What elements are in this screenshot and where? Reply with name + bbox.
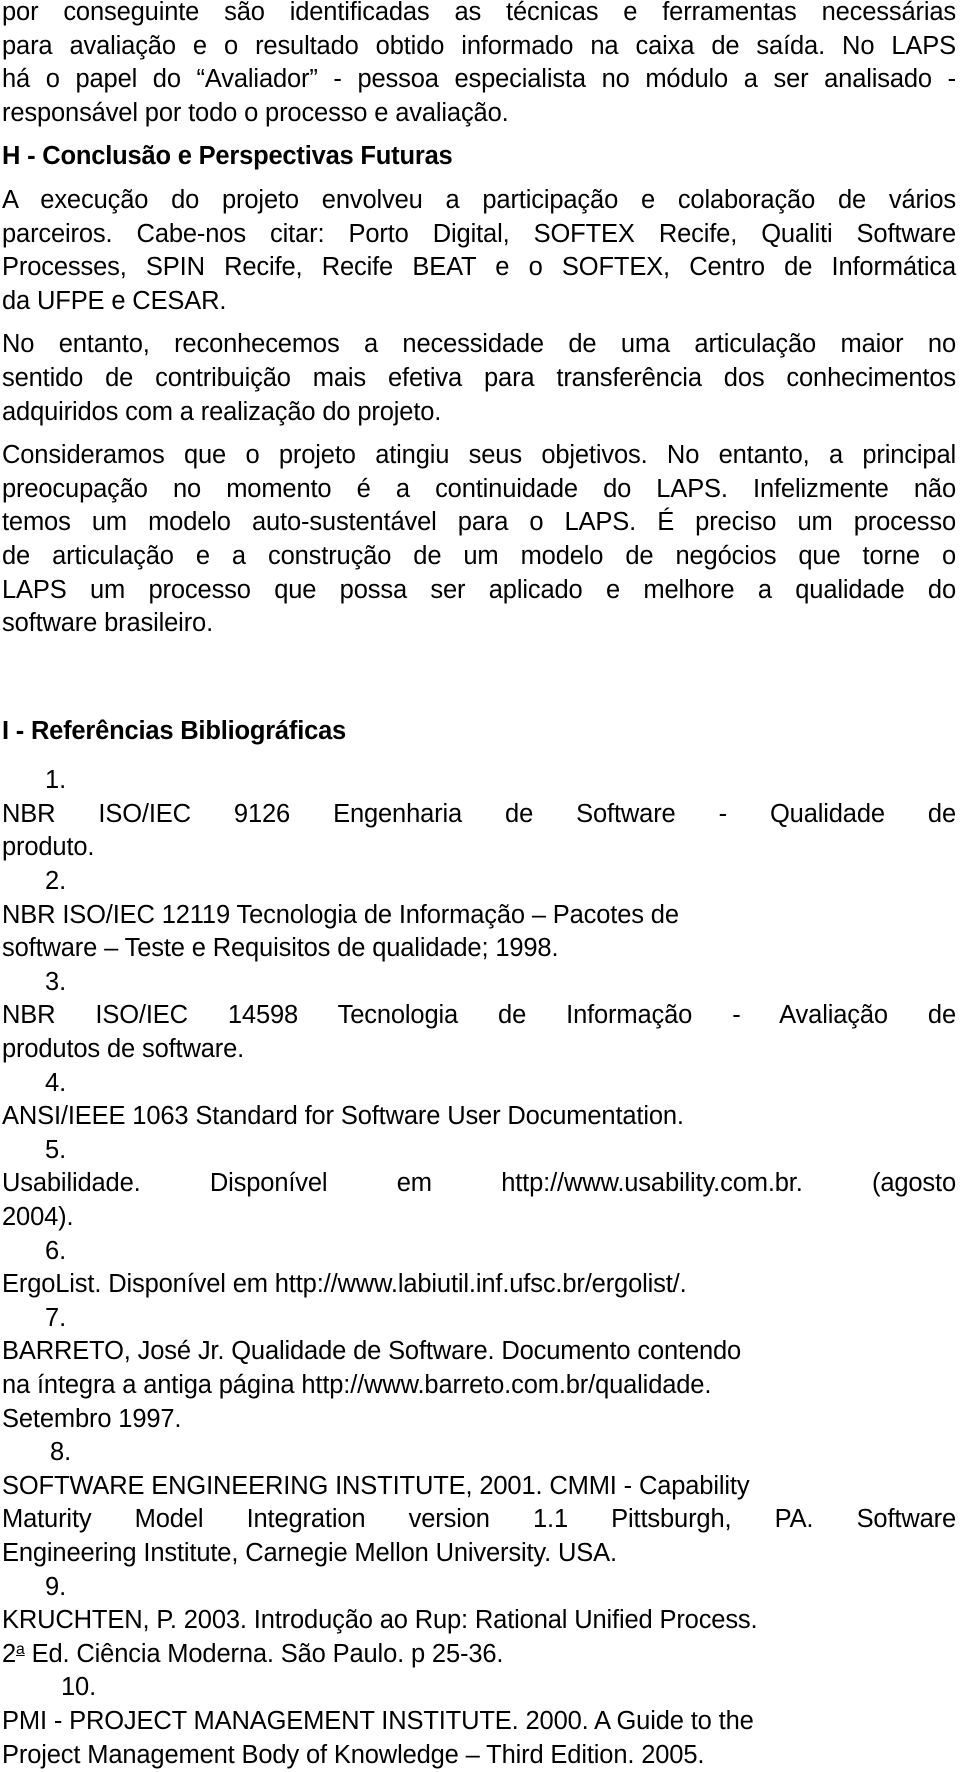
text-line: Maturity Model Integration version 1.1 P… bbox=[2, 1503, 956, 1537]
text-line: Setembro 1997. bbox=[2, 1403, 956, 1437]
reference-text: SOFTWARE ENGINEERING INSTITUTE, 2001. CM… bbox=[2, 1470, 956, 1571]
text-line: preocupação no momento é a continuidade … bbox=[2, 473, 956, 507]
heading-references: I - Referências Bibliográficas bbox=[2, 715, 956, 749]
reference-text: Usabilidade. Disponível em http://www.us… bbox=[2, 1167, 956, 1234]
reference-item: 3. NBR ISO/IEC 14598 Tecnologia de Infor… bbox=[2, 966, 956, 1067]
text-line: produto. bbox=[2, 831, 956, 865]
reference-item: 2. NBR ISO/IEC 12119 Tecnologia de Infor… bbox=[2, 865, 956, 966]
reference-number: 8. bbox=[27, 1436, 71, 1470]
text-line: LAPS um processo que possa ser aplicado … bbox=[2, 574, 956, 608]
text-line: SOFTWARE ENGINEERING INSTITUTE, 2001. CM… bbox=[2, 1470, 956, 1504]
paragraph-articulation: No entanto, reconhecemos a necessidade d… bbox=[2, 328, 956, 429]
reference-number: 2. bbox=[22, 865, 66, 899]
reference-text: NBR ISO/IEC 14598 Tecnologia de Informaç… bbox=[2, 999, 956, 1066]
text-line: KRUCHTEN, P. 2003. Introdução ao Rup: Ra… bbox=[2, 1604, 956, 1638]
spacer bbox=[2, 174, 956, 184]
text-line: temos um modelo auto-sustentável para o … bbox=[2, 506, 956, 540]
text-line: NBR ISO/IEC 9126 Engenharia de Software … bbox=[2, 798, 956, 832]
document-page: por conseguinte são identificadas as téc… bbox=[0, 0, 960, 1430]
ordinal-number: 2a Ed. Ciência Moderna. São Paulo. p 25-… bbox=[2, 1640, 503, 1668]
text-line: Project Management Body of Knowledge – T… bbox=[2, 1739, 956, 1772]
reference-text: NBR ISO/IEC 12119 Tecnologia de Informaç… bbox=[2, 899, 956, 966]
reference-number: 7. bbox=[22, 1302, 66, 1336]
reference-item: 1. NBR ISO/IEC 9126 Engenharia de Softwa… bbox=[2, 764, 956, 865]
text-line: A execução do projeto envolveu a partici… bbox=[2, 184, 956, 218]
reference-item: 8. SOFTWARE ENGINEERING INSTITUTE, 2001.… bbox=[2, 1436, 956, 1570]
page-content: por conseguinte são identificadas as téc… bbox=[2, 0, 956, 1772]
reference-text: ErgoList. Disponível em http://www.labiu… bbox=[2, 1268, 956, 1302]
text-line: há o papel do “Avaliador” - pessoa espec… bbox=[2, 63, 956, 97]
spacer bbox=[2, 130, 956, 140]
heading-conclusion: H - Conclusão e Perspectivas Futuras bbox=[2, 140, 956, 174]
reference-text: KRUCHTEN, P. 2003. Introdução ao Rup: Ra… bbox=[2, 1604, 956, 1671]
text-line: na íntegra a antiga página http://www.ba… bbox=[2, 1369, 956, 1403]
text-line: ErgoList. Disponível em http://www.labiu… bbox=[2, 1268, 956, 1302]
text-line: NBR ISO/IEC 14598 Tecnologia de Informaç… bbox=[2, 999, 956, 1033]
text-line: NBR ISO/IEC 12119 Tecnologia de Informaç… bbox=[2, 899, 956, 933]
paragraph-partners: A execução do projeto envolveu a partici… bbox=[2, 184, 956, 318]
text-line: 2004). bbox=[2, 1201, 956, 1235]
reference-text: NBR ISO/IEC 9126 Engenharia de Software … bbox=[2, 798, 956, 865]
spacer bbox=[2, 318, 956, 328]
text-line: produtos de software. bbox=[2, 1033, 956, 1067]
text-line: software – Teste e Requisitos de qualida… bbox=[2, 932, 956, 966]
reference-text: BARRETO, José Jr. Qualidade de Software.… bbox=[2, 1335, 956, 1436]
text-line: sentido de contribuição mais efetiva par… bbox=[2, 362, 956, 396]
paragraph-intro: por conseguinte são identificadas as téc… bbox=[2, 0, 956, 130]
reference-item: 9. KRUCHTEN, P. 2003. Introdução ao Rup:… bbox=[2, 1571, 956, 1672]
reference-list: 1. NBR ISO/IEC 9126 Engenharia de Softwa… bbox=[2, 764, 956, 1772]
spacer bbox=[2, 641, 956, 715]
reference-item: 4. ANSI/IEEE 1063 Standard for Software … bbox=[2, 1067, 956, 1134]
reference-text: PMI - PROJECT MANAGEMENT INSTITUTE. 2000… bbox=[2, 1705, 956, 1772]
text-line: Consideramos que o projeto atingiu seus … bbox=[2, 439, 956, 473]
text-line: ANSI/IEEE 1063 Standard for Software Use… bbox=[2, 1100, 956, 1134]
ordinal-suffix: a bbox=[16, 1641, 25, 1658]
spacer bbox=[2, 429, 956, 439]
reference-item: 5. Usabilidade. Disponível em http://www… bbox=[2, 1134, 956, 1235]
reference-number: 10. bbox=[26, 1671, 96, 1705]
text-line: de articulação e a construção de um mode… bbox=[2, 540, 956, 574]
text-line: No entanto, reconhecemos a necessidade d… bbox=[2, 328, 956, 362]
text-line: Engineering Institute, Carnegie Mellon U… bbox=[2, 1537, 956, 1571]
reference-number: 6. bbox=[22, 1235, 66, 1269]
reference-text: ANSI/IEEE 1063 Standard for Software Use… bbox=[2, 1100, 956, 1134]
text-line: parceiros. Cabe-nos citar: Porto Digital… bbox=[2, 218, 956, 252]
text-line: responsável por todo o processo e avalia… bbox=[2, 97, 956, 131]
text-line: por conseguinte são identificadas as téc… bbox=[2, 0, 956, 30]
reference-number: 4. bbox=[22, 1067, 66, 1101]
reference-item: 10. PMI - PROJECT MANAGEMENT INSTITUTE. … bbox=[2, 1671, 956, 1772]
spacer bbox=[2, 748, 956, 764]
reference-number: 5. bbox=[22, 1134, 66, 1168]
text-line: software brasileiro. bbox=[2, 607, 956, 641]
text-line: da UFPE e CESAR. bbox=[2, 285, 956, 319]
text-line: para avaliação e o resultado obtido info… bbox=[2, 30, 956, 64]
reference-number: 1. bbox=[22, 764, 66, 798]
reference-item: 7. BARRETO, José Jr. Qualidade de Softwa… bbox=[2, 1302, 956, 1436]
reference-number: 3. bbox=[22, 966, 66, 1000]
reference-number: 9. bbox=[22, 1571, 66, 1605]
text-line: Usabilidade. Disponível em http://www.us… bbox=[2, 1167, 956, 1201]
text-line: Processes, SPIN Recife, Recife BEAT e o … bbox=[2, 251, 956, 285]
text-line: PMI - PROJECT MANAGEMENT INSTITUTE. 2000… bbox=[2, 1705, 956, 1739]
text-line: 2a Ed. Ciência Moderna. São Paulo. p 25-… bbox=[2, 1638, 956, 1672]
reference-item: 6. ErgoList. Disponível em http://www.la… bbox=[2, 1235, 956, 1302]
text-line: adquiridos com a realização do projeto. bbox=[2, 396, 956, 430]
paragraph-objectives: Consideramos que o projeto atingiu seus … bbox=[2, 439, 956, 641]
text-line: BARRETO, José Jr. Qualidade de Software.… bbox=[2, 1335, 956, 1369]
